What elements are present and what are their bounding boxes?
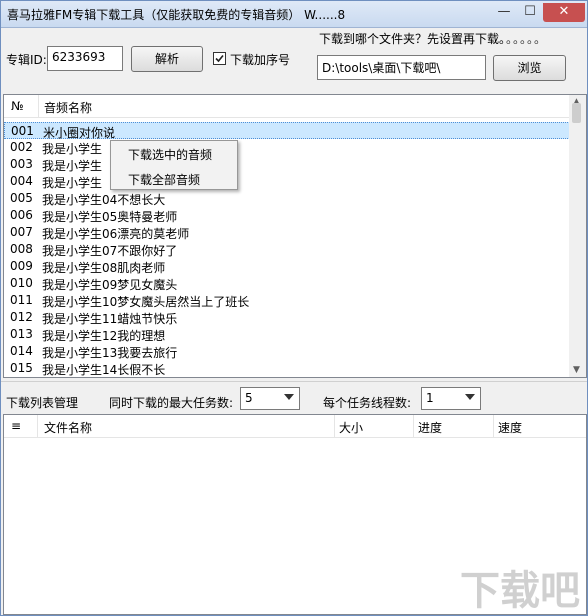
download-seq-label: 下载加序号 [230, 53, 291, 67]
track-row[interactable]: 012 我是小学生11蜡烛节快乐 [4, 309, 574, 326]
section-divider [1, 381, 587, 382]
col-no-header[interactable]: № [11, 99, 23, 113]
track-row[interactable]: 006 我是小学生05奥特曼老师 [4, 207, 574, 224]
checkmark-icon [215, 54, 224, 63]
download-manager-title: 下载列表管理 [6, 396, 79, 410]
track-name: 我是小学生 [42, 142, 103, 156]
maximize-button[interactable]: ☐ [517, 3, 543, 22]
col-progress-header[interactable]: 进度 [418, 419, 442, 436]
header-separator [334, 415, 335, 437]
download-list-header: ≡ 文件名称 大小 进度 速度 [4, 415, 586, 438]
folder-prompt: 下载到哪个文件夹？先设置再下载。 [319, 32, 512, 46]
track-name: 我是小学生14长假不长 [42, 363, 166, 377]
track-number: 015 [10, 361, 33, 375]
track-row[interactable]: 005 我是小学生04不想长大 [4, 190, 574, 207]
scroll-thumb[interactable] [572, 103, 581, 123]
track-row[interactable]: 015 我是小学生14长假不长 [4, 360, 574, 377]
watermark-logo: 下载吧 [456, 554, 586, 614]
track-row[interactable]: 003 我是小学生 [4, 156, 574, 173]
album-id-label: 专辑ID: [6, 53, 47, 67]
track-name: 我是小学生09梦见女魔头 [42, 278, 178, 292]
track-row[interactable]: 001 米小圈对你说 [4, 122, 574, 140]
track-row[interactable]: 011 我是小学生10梦女魔头居然当上了班长 [4, 292, 574, 309]
track-number: 002 [10, 140, 33, 154]
folder-path-input[interactable]: D:\tools\桌面\下载吧\ [317, 55, 486, 80]
track-row[interactable]: 013 我是小学生12我的理想 [4, 326, 574, 343]
track-row[interactable]: 007 我是小学生06漂亮的莫老师 [4, 224, 574, 241]
track-number: 004 [10, 174, 33, 188]
track-number: 009 [10, 259, 33, 273]
max-tasks-value: 5 [245, 391, 253, 405]
threads-label: 每个任务线程数: [323, 396, 412, 410]
track-name: 我是小学生 [42, 159, 103, 173]
track-row[interactable]: 010 我是小学生09梦见女魔头 [4, 275, 574, 292]
header-separator [493, 415, 494, 437]
context-menu: 下载选中的音频 下载全部音频 [110, 140, 238, 190]
track-row[interactable]: 008 我是小学生07不跟你好了 [4, 241, 574, 258]
track-row[interactable]: 009 我是小学生08肌肉老师 [4, 258, 574, 275]
threads-value: 1 [426, 391, 434, 405]
track-list-scrollbar[interactable]: ▲ ▼ [569, 95, 586, 377]
header-separator [37, 415, 38, 437]
track-name: 我是小学生11蜡烛节快乐 [42, 312, 178, 326]
col-name-header[interactable]: 音频名称 [44, 99, 92, 116]
track-name: 我是小学生05奥特曼老师 [42, 210, 178, 224]
col-speed-header[interactable]: 速度 [498, 419, 522, 436]
window-title: 喜马拉雅FM专辑下载工具（仅能获取免费的专辑音频） W......8 [7, 8, 346, 22]
col-filename-header[interactable]: 文件名称 [44, 419, 92, 436]
download-seq-checkbox[interactable] [213, 52, 226, 65]
parse-button[interactable]: 解析 [131, 46, 203, 72]
track-name: 我是小学生13我要去旅行 [42, 346, 178, 360]
loading-dots: 。。。。。 [506, 32, 548, 46]
browse-button[interactable]: 浏览 [493, 55, 566, 81]
track-number: 013 [10, 327, 33, 341]
track-number: 005 [10, 191, 33, 205]
header-separator [38, 95, 39, 117]
track-name: 我是小学生07不跟你好了 [42, 244, 178, 258]
track-number: 007 [10, 225, 33, 239]
track-name: 我是小学生06漂亮的莫老师 [42, 227, 190, 241]
track-row[interactable]: 014 我是小学生13我要去旅行 [4, 343, 574, 360]
title-bar: 喜马拉雅FM专辑下载工具（仅能获取免费的专辑音频） W......8 — ☐ ✕ [1, 1, 587, 28]
track-number: 001 [11, 124, 34, 138]
album-id-input[interactable]: 6233693 [47, 46, 123, 71]
track-name: 我是小学生10梦女魔头居然当上了班长 [42, 295, 250, 309]
watermark-text: 下载吧 [460, 568, 580, 614]
track-name: 我是小学生 [42, 176, 103, 190]
minimize-button[interactable]: — [491, 3, 517, 22]
track-row[interactable]: 004 我是小学生 [4, 173, 574, 190]
header-separator [413, 415, 414, 437]
track-name: 我是小学生08肌肉老师 [42, 261, 166, 275]
chevron-down-icon [465, 394, 475, 400]
main-window: 喜马拉雅FM专辑下载工具（仅能获取免费的专辑音频） W......8 — ☐ ✕… [0, 0, 588, 616]
track-row[interactable]: 002 我是小学生 [4, 139, 574, 156]
chevron-down-icon [284, 394, 294, 400]
track-list[interactable]: № 音频名称 001 米小圈对你说 002 我是小学生 003 我是小学生 004 我是小学生… [3, 94, 587, 378]
track-number: 008 [10, 242, 33, 256]
col-size-header[interactable]: 大小 [339, 419, 363, 436]
track-number: 006 [10, 208, 33, 222]
track-name: 我是小学生04不想长大 [42, 193, 166, 207]
max-tasks-label: 同时下载的最大任务数: [109, 396, 234, 410]
menu-download-all[interactable]: 下载全部音频 [128, 171, 200, 188]
scroll-down-icon[interactable]: ▼ [573, 365, 580, 375]
track-number: 011 [10, 293, 33, 307]
track-number: 003 [10, 157, 33, 171]
threads-select[interactable]: 1 [421, 387, 481, 410]
close-button[interactable]: ✕ [543, 3, 585, 22]
max-tasks-select[interactable]: 5 [240, 387, 300, 410]
track-number: 014 [10, 344, 33, 358]
track-number: 012 [10, 310, 33, 324]
track-name: 我是小学生12我的理想 [42, 329, 166, 343]
track-number: 010 [10, 276, 33, 290]
track-list-header: № 音频名称 [4, 95, 586, 118]
col-icon-header[interactable]: ≡ [11, 419, 21, 433]
menu-download-selected[interactable]: 下载选中的音频 [128, 146, 212, 163]
